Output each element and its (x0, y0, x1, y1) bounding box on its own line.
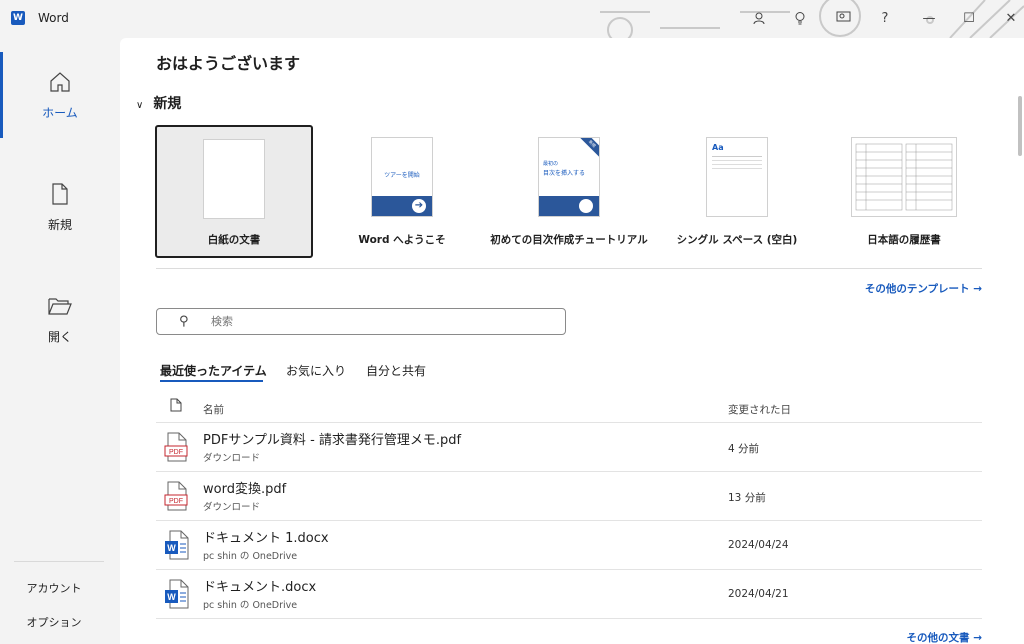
pdf-file-icon: PDF (164, 432, 188, 462)
folder-open-icon (48, 298, 72, 315)
file-row[interactable]: W ドキュメント 1.docx pc shin の OneDrive 2024/… (156, 521, 982, 570)
word-file-icon: W (165, 530, 189, 560)
svg-text:W: W (167, 543, 176, 553)
tab-recent[interactable]: 最近使ったアイテム (160, 362, 267, 379)
home-icon (50, 72, 70, 92)
search-input[interactable] (209, 310, 559, 333)
template-single-space[interactable]: Aa シングル スペース (空白) (658, 125, 816, 258)
maximize-button[interactable]: ☐ (958, 8, 980, 28)
row-divider (156, 618, 982, 619)
title-bar: W Word ? — ☐ ✕ (0, 0, 1024, 38)
file-location: ダウンロード (203, 502, 261, 513)
new-section-toggle[interactable]: ∨ 新規 (136, 93, 181, 113)
help-button[interactable]: ? (874, 8, 896, 28)
template-thumbnail: ツアーを開始 ➔ (371, 137, 433, 217)
file-row[interactable]: PDF word変換.pdf ダウンロード 13 分前 (156, 472, 982, 521)
template-thumb-text: ツアーを開始 (384, 172, 420, 179)
template-thumb-text: Aa (712, 143, 724, 152)
arrow-right-icon: ➔ (412, 199, 426, 213)
nav-account[interactable]: アカウント (0, 580, 108, 596)
template-thumbnail (851, 137, 957, 217)
pdf-file-icon: PDF (164, 481, 188, 511)
file-name: ドキュメント 1.docx (203, 531, 329, 546)
resume-grid (855, 143, 953, 211)
nav-open-label: 開く (47, 330, 72, 344)
template-label: シングル スペース (空白) (676, 234, 798, 246)
template-thumb-lines (712, 156, 762, 157)
search-box[interactable]: ⚲ (156, 308, 566, 335)
nav-new-label: 新規 (47, 218, 72, 232)
file-location: ダウンロード (203, 453, 261, 464)
file-date: 13 分前 (728, 492, 766, 504)
file-name: PDFサンプル資料 - 請求書発行管理メモ.pdf (203, 433, 462, 448)
file-location: pc shin の OneDrive (203, 551, 298, 562)
left-nav: ホーム 新規 開く アカウント オプション (0, 38, 120, 644)
file-name: word変換.pdf (203, 482, 287, 497)
nav-options[interactable]: オプション (0, 614, 108, 630)
tab-favorites[interactable]: お気に入り (286, 362, 346, 379)
file-name: ドキュメント.docx (203, 580, 317, 595)
template-thumbnail (203, 139, 265, 219)
tab-active-indicator (160, 380, 263, 382)
search-icon: ⚲ (179, 314, 189, 329)
file-location: pc shin の OneDrive (203, 600, 298, 611)
file-type-icon (170, 398, 182, 412)
new-document-icon (52, 183, 68, 205)
template-thumbnail: 最初の 目次を挿入する 新規 (538, 137, 600, 217)
template-toc-tutorial[interactable]: 最初の 目次を挿入する 新規 初めての目次作成チュートリアル (490, 125, 648, 258)
scrollbar[interactable] (1018, 96, 1022, 156)
template-thumb-top: 最初の (543, 161, 559, 167)
svg-text:W: W (167, 592, 176, 602)
tab-shared[interactable]: 自分と共有 (366, 362, 426, 379)
template-blank[interactable]: 白紙の文書 (155, 125, 313, 258)
divider (156, 268, 982, 269)
app-title: Word (38, 11, 69, 25)
file-date: 2024/04/21 (728, 588, 789, 600)
account-icon[interactable] (748, 8, 770, 28)
feedback-icon[interactable] (833, 8, 855, 28)
template-japanese-resume[interactable]: 日本語の履歴書 (825, 125, 983, 258)
svg-text:PDF: PDF (169, 498, 183, 505)
template-thumbnail: Aa (706, 137, 768, 217)
template-welcome[interactable]: ツアーを開始 ➔ Word へようこそ (323, 125, 481, 258)
more-documents-link[interactable]: その他の文書 → (907, 630, 982, 644)
lightbulb-icon[interactable] (789, 8, 811, 28)
minimize-button[interactable]: — (918, 8, 940, 28)
template-thumb-ribbon: 新規 (578, 138, 599, 158)
template-thumb-text: 目次を挿入する (543, 170, 586, 177)
file-date: 2024/04/24 (728, 539, 789, 551)
word-logo-icon: W (11, 11, 25, 25)
more-templates-link[interactable]: その他のテンプレート → (865, 281, 982, 296)
main-panel: おはようございます ∨ 新規 白紙の文書 ツアーを開始 ➔ Word へようこそ … (120, 38, 1024, 644)
close-button[interactable]: ✕ (1000, 8, 1022, 28)
template-label: 日本語の履歴書 (867, 234, 941, 246)
template-label: Word へようこそ (358, 234, 446, 246)
column-header-modified[interactable]: 変更された日 (728, 402, 791, 417)
nav-new[interactable]: 新規 (0, 182, 120, 233)
cursor-icon (579, 199, 593, 213)
svg-text:PDF: PDF (169, 449, 183, 456)
template-label: 初めての目次作成チュートリアル (490, 234, 648, 246)
template-label: 白紙の文書 (207, 234, 261, 246)
new-section-title: 新規 (153, 96, 182, 112)
nav-home[interactable]: ホーム (0, 70, 120, 121)
nav-divider (14, 561, 104, 562)
column-header-name[interactable]: 名前 (203, 402, 224, 417)
file-date: 4 分前 (728, 443, 760, 455)
file-row[interactable]: PDF PDFサンプル資料 - 請求書発行管理メモ.pdf ダウンロード 4 分… (156, 423, 982, 472)
nav-open[interactable]: 開く (0, 294, 120, 345)
greeting-heading: おはようございます (156, 54, 301, 73)
chevron-down-icon: ∨ (136, 100, 144, 111)
nav-home-label: ホーム (42, 106, 78, 120)
file-row[interactable]: W ドキュメント.docx pc shin の OneDrive 2024/04… (156, 570, 982, 619)
word-file-icon: W (165, 579, 189, 609)
